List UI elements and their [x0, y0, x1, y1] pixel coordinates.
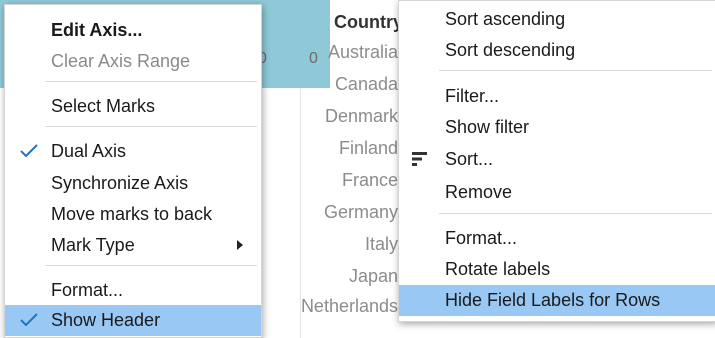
row-header[interactable]: Denmark	[325, 106, 398, 127]
menu-separator	[45, 265, 257, 266]
menu-item-label: Sort...	[445, 149, 494, 169]
menu-item-label: Dual Axis	[51, 141, 127, 161]
row-header[interactable]: Netherlands	[301, 296, 398, 317]
menu-item-label: Clear Axis Range	[51, 51, 191, 71]
menu-item-hide-field-labels-for-rows[interactable]: Hide Field Labels for Rows	[399, 285, 715, 316]
country-row-headers: Australia Canada Denmark Finland France …	[300, 38, 398, 328]
menu-item-label: Synchronize Axis	[51, 173, 189, 193]
menu-separator	[45, 81, 257, 82]
sort-icon	[412, 152, 427, 166]
menu-item-rotate-labels[interactable]: Rotate labels	[399, 254, 715, 284]
menu-item-show-filter[interactable]: Show filter	[399, 112, 715, 142]
menu-item-label: Show filter	[445, 117, 530, 137]
submenu-arrow-icon	[237, 240, 243, 250]
row-header[interactable]: Germany	[324, 202, 398, 223]
menu-item-sort-ascending[interactable]: Sort ascending	[399, 4, 715, 34]
checkmark-icon	[20, 313, 38, 327]
menu-separator	[439, 213, 712, 214]
menu-item-edit-axis[interactable]: Edit Axis...	[5, 15, 261, 45]
menu-item-label: Show Header	[51, 310, 161, 330]
menu-item-move-marks-to-back[interactable]: Move marks to back	[5, 199, 261, 229]
menu-item-filter[interactable]: Filter...	[399, 81, 715, 111]
menu-separator	[439, 70, 712, 71]
menu-item-clear-axis-range: Clear Axis Range	[5, 46, 261, 76]
menu-item-label: Filter...	[445, 86, 500, 106]
menu-item-label: Format...	[51, 280, 124, 300]
menu-item-sort-descending[interactable]: Sort descending	[399, 35, 715, 65]
row-header[interactable]: Italy	[365, 234, 398, 255]
menu-item-label: Format...	[445, 228, 518, 248]
menu-item-format[interactable]: Format...	[5, 275, 261, 305]
field-context-menu: Sort ascending Sort descending Filter...…	[398, 0, 715, 322]
menu-item-label: Move marks to back	[51, 204, 213, 224]
menu-separator	[45, 126, 257, 127]
row-header[interactable]: Japan	[349, 266, 398, 287]
country-field-label[interactable]: Country	[334, 12, 403, 33]
menu-item-label: Sort ascending	[445, 9, 566, 29]
menu-item-label: Edit Axis...	[51, 20, 143, 40]
menu-item-label: Remove	[445, 182, 513, 202]
menu-item-sort[interactable]: Sort...	[399, 144, 715, 174]
menu-item-dual-axis[interactable]: Dual Axis	[5, 136, 261, 166]
menu-item-select-marks[interactable]: Select Marks	[5, 91, 261, 121]
row-header[interactable]: Australia	[328, 42, 398, 63]
menu-item-label: Sort descending	[445, 40, 576, 60]
menu-item-label: Mark Type	[51, 235, 135, 255]
menu-item-label: Rotate labels	[445, 259, 551, 279]
row-header[interactable]: Finland	[339, 138, 398, 159]
checkmark-icon	[20, 144, 38, 158]
menu-item-mark-type[interactable]: Mark Type	[5, 230, 261, 260]
menu-item-synchronize-axis[interactable]: Synchronize Axis	[5, 168, 261, 198]
menu-item-format[interactable]: Format...	[399, 223, 715, 253]
row-header[interactable]: Canada	[335, 74, 398, 95]
row-header[interactable]: France	[342, 170, 398, 191]
menu-item-show-header[interactable]: Show Header	[5, 305, 261, 336]
menu-item-remove[interactable]: Remove	[399, 177, 715, 207]
axis-context-menu: Edit Axis... Clear Axis Range Select Mar…	[4, 4, 262, 338]
menu-item-label: Select Marks	[51, 96, 156, 116]
menu-item-label: Hide Field Labels for Rows	[445, 290, 661, 310]
